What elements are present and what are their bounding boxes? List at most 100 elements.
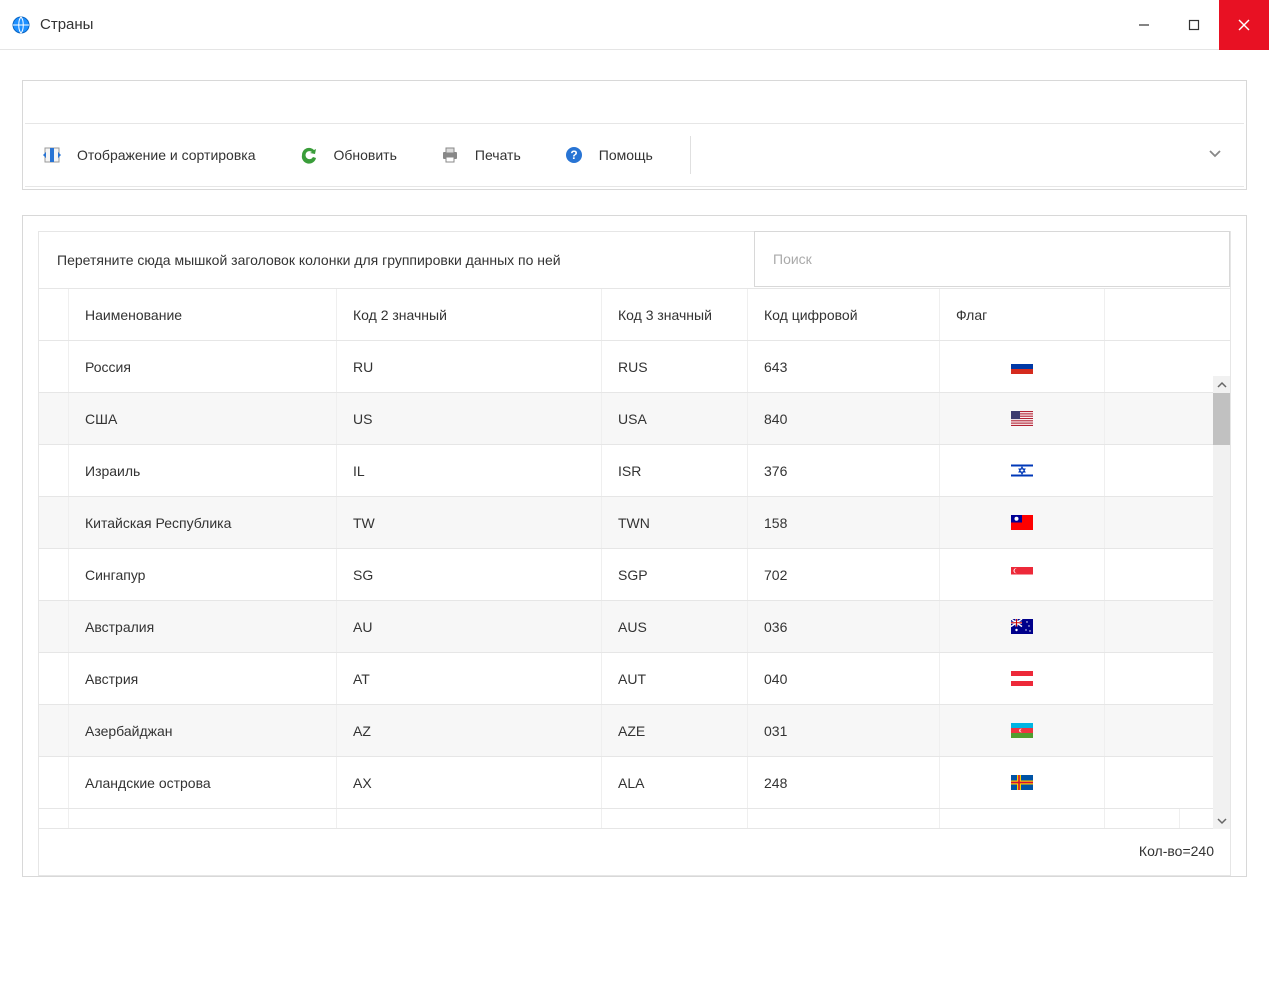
cell-code2: SG — [337, 549, 602, 600]
row-selector[interactable] — [39, 341, 69, 392]
flag-icon — [1011, 671, 1033, 686]
row-selector[interactable] — [39, 393, 69, 444]
print-button[interactable]: Печать — [433, 140, 527, 170]
cell-spare — [1105, 705, 1180, 756]
search-input[interactable] — [754, 231, 1230, 287]
cell-code3: ISR — [602, 445, 748, 496]
table-row[interactable]: Аландские островаAXALA248 — [39, 757, 1213, 809]
col-name[interactable]: Наименование — [69, 289, 337, 340]
cell-code3: ALA — [602, 757, 748, 808]
col-flag[interactable]: Флаг — [940, 289, 1105, 340]
cell-spare — [1105, 653, 1180, 704]
print-label: Печать — [475, 147, 521, 163]
columns-icon — [41, 144, 63, 166]
cell-spare — [1105, 497, 1180, 548]
table-row[interactable]: АзербайджанAZAZE031 — [39, 705, 1213, 757]
cell-code2: RU — [337, 341, 602, 392]
cell-flag — [940, 445, 1105, 496]
row-selector[interactable] — [39, 653, 69, 704]
cell-code-num: 248 — [748, 757, 940, 808]
cell-code2: AT — [337, 653, 602, 704]
row-selector[interactable] — [39, 757, 69, 808]
cell-code2: AZ — [337, 705, 602, 756]
window-title: Страны — [40, 16, 93, 33]
close-button[interactable] — [1219, 0, 1269, 50]
cell-spare — [1105, 549, 1180, 600]
cell-code-num: 376 — [748, 445, 940, 496]
cell-name: Сингапур — [69, 549, 337, 600]
col-code2[interactable]: Код 2 значный — [337, 289, 602, 340]
cell-spare — [1105, 393, 1180, 444]
chevron-down-icon — [1208, 147, 1222, 161]
cell-spare — [1105, 757, 1180, 808]
group-by-hint: Перетяните сюда мышкой заголовок колонки… — [39, 232, 754, 288]
cell-name: Аландские острова — [69, 757, 337, 808]
display-sort-button[interactable]: Отображение и сортировка — [35, 140, 262, 170]
maximize-button[interactable] — [1169, 0, 1219, 50]
table-row[interactable]: ИзраильILISR376 — [39, 445, 1213, 497]
cell-spare — [1105, 445, 1180, 496]
cell-code3: SGP — [602, 549, 748, 600]
table-row[interactable]: СингапурSGSGP702 — [39, 549, 1213, 601]
cell-name: Азербайджан — [69, 705, 337, 756]
cell-code2: TW — [337, 497, 602, 548]
minimize-button[interactable] — [1119, 0, 1169, 50]
col-code3[interactable]: Код 3 значный — [602, 289, 748, 340]
table-row[interactable]: РоссияRURUS643 — [39, 341, 1213, 393]
cell-code3: AUS — [602, 601, 748, 652]
table-row[interactable]: Китайская РеспубликаTWTWN158 — [39, 497, 1213, 549]
cell-code-num: 158 — [748, 497, 940, 548]
scroll-thumb[interactable] — [1213, 393, 1230, 445]
table-row[interactable]: АвстралияAUAUS036 — [39, 601, 1213, 653]
cell-code-num: 031 — [748, 705, 940, 756]
cell-code3: AUT — [602, 653, 748, 704]
flag-icon — [1011, 619, 1033, 634]
row-selector[interactable] — [39, 445, 69, 496]
table-row[interactable]: СШАUSUSA840 — [39, 393, 1213, 445]
flag-icon — [1011, 359, 1033, 374]
cell-code-num: 643 — [748, 341, 940, 392]
scroll-up-icon[interactable] — [1213, 376, 1230, 393]
col-selector[interactable] — [39, 289, 69, 340]
row-selector[interactable] — [39, 705, 69, 756]
refresh-icon — [298, 144, 320, 166]
help-icon: ? — [563, 144, 585, 166]
cell-code3: RUS — [602, 341, 748, 392]
cell-code3: TWN — [602, 497, 748, 548]
refresh-label: Обновить — [334, 147, 397, 163]
row-selector[interactable] — [39, 549, 69, 600]
toolbar-dropdown[interactable] — [1208, 147, 1234, 164]
cell-code-num: 702 — [748, 549, 940, 600]
cell-spare — [1105, 601, 1180, 652]
toolbar: Отображение и сортировка Обновить Печать — [25, 123, 1244, 187]
help-button[interactable]: ? Помощь — [557, 140, 659, 170]
grid-header: Наименование Код 2 значный Код 3 значный… — [39, 289, 1230, 341]
flag-icon — [1011, 463, 1033, 478]
cell-name: Австралия — [69, 601, 337, 652]
cell-code3: USA — [602, 393, 748, 444]
row-selector[interactable] — [39, 497, 69, 548]
scroll-down-icon[interactable] — [1213, 812, 1230, 829]
cell-code2: US — [337, 393, 602, 444]
table-row[interactable]: АвстрияATAUT040 — [39, 653, 1213, 705]
group-by-bar[interactable]: Перетяните сюда мышкой заголовок колонки… — [38, 231, 1231, 289]
table-row[interactable] — [39, 809, 1213, 829]
cell-name: Китайская Республика — [69, 497, 337, 548]
window-titlebar: Страны — [0, 0, 1269, 50]
col-code-num[interactable]: Код цифровой — [748, 289, 940, 340]
vertical-scrollbar[interactable] — [1213, 393, 1230, 829]
cell-flag — [940, 757, 1105, 808]
cell-flag — [940, 497, 1105, 548]
data-grid: Наименование Код 2 значный Код 3 значный… — [38, 289, 1231, 876]
cell-flag — [940, 653, 1105, 704]
toolbar-separator — [690, 136, 691, 174]
grid-footer-count: Кол-во=240 — [38, 829, 1231, 876]
refresh-button[interactable]: Обновить — [292, 140, 403, 170]
row-selector[interactable] — [39, 601, 69, 652]
cell-name: США — [69, 393, 337, 444]
cell-code-num: 036 — [748, 601, 940, 652]
cell-flag — [940, 393, 1105, 444]
cell-code2: AU — [337, 601, 602, 652]
cell-flag — [940, 601, 1105, 652]
cell-flag — [940, 705, 1105, 756]
